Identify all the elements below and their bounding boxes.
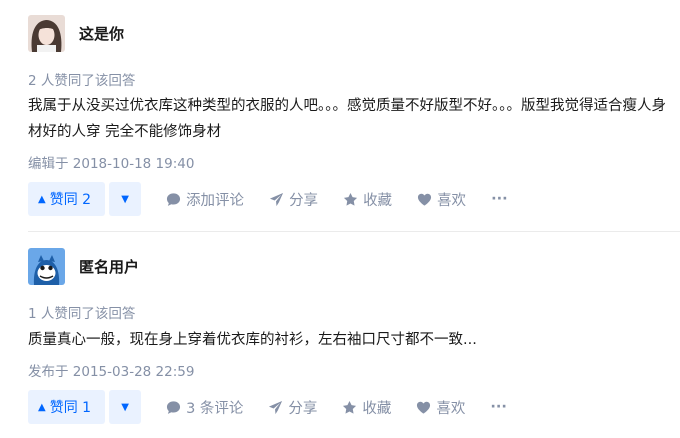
downvote-button[interactable]: ▼ <box>109 182 142 216</box>
avatar[interactable] <box>28 15 65 52</box>
triangle-down-icon: ▼ <box>121 401 129 413</box>
upvote-button[interactable]: ▲ 赞同 1 <box>28 390 106 424</box>
author-info: 匿名用户 <box>28 248 139 285</box>
comment-button[interactable]: 添加评论 <box>166 189 244 210</box>
author-info: 这是你 <box>28 15 124 52</box>
share-button[interactable]: 分享 <box>269 189 318 210</box>
downvote-button[interactable]: ▼ <box>109 390 142 424</box>
action-bar: ▲ 赞同 1 ▼ 3 条评论 分享 收藏 喜欢 ··· <box>28 390 507 424</box>
star-icon <box>344 192 358 206</box>
answer-item: 匿名用户 1 人赞同了该回答 质量真心一般，现在身上穿着优衣库的衬衫，左右袖口尺… <box>0 232 680 438</box>
more-icon: ··· <box>491 191 508 207</box>
collect-button[interactable]: 收藏 <box>342 397 391 418</box>
action-bar: ▲ 赞同 2 ▼ 添加评论 分享 收藏 喜欢 ··· <box>28 182 508 216</box>
collect-label: 收藏 <box>362 400 392 417</box>
like-label: 喜欢 <box>437 192 467 209</box>
author-name[interactable]: 这是你 <box>79 23 124 44</box>
comment-icon <box>167 192 181 206</box>
share-label: 分享 <box>288 400 318 417</box>
triangle-up-icon: ▲ <box>38 401 46 413</box>
comment-button[interactable]: 3 条评论 <box>166 397 243 418</box>
comment-label: 3 条评论 <box>186 400 244 417</box>
answer-time[interactable]: 编辑于 2018-10-18 19:40 <box>28 152 194 172</box>
upvote-label: 赞同 2 <box>49 192 92 208</box>
like-button[interactable]: 喜欢 <box>417 189 466 210</box>
comment-icon <box>167 400 181 414</box>
share-icon <box>269 400 283 414</box>
more-icon: ··· <box>490 399 507 415</box>
share-label: 分享 <box>289 192 319 209</box>
answer-content: 质量真心一般，现在身上穿着优衣库的衬衫，左右袖口尺寸都不一致... <box>28 332 477 348</box>
comment-label: 添加评论 <box>186 192 245 209</box>
answer-item: 这是你 2 人赞同了该回答 我属于从没买过优衣库这种类型的衣服的人吧。。。感觉质… <box>0 0 680 232</box>
like-label: 喜欢 <box>436 400 466 417</box>
answer-content: 我属于从没买过优衣库这种类型的衣服的人吧。。。感觉质量不好版型不好。。。版型我觉… <box>28 98 666 140</box>
triangle-up-icon: ▲ <box>38 193 46 205</box>
author-name: 匿名用户 <box>79 258 140 276</box>
heart-icon <box>418 193 432 206</box>
share-button[interactable]: 分享 <box>268 397 317 418</box>
upvote-count-text: 2 人赞同了该回答 <box>28 73 136 89</box>
heart-icon <box>417 401 431 414</box>
more-button[interactable]: ··· <box>490 399 507 415</box>
collect-button[interactable]: 收藏 <box>343 189 392 210</box>
upvote-label: 赞同 1 <box>49 400 92 416</box>
upvote-button[interactable]: ▲ 赞同 2 <box>28 182 106 216</box>
upvote-count-text: 1 人赞同了该回答 <box>28 306 136 322</box>
avatar[interactable] <box>28 248 65 285</box>
more-button[interactable]: ··· <box>491 191 508 207</box>
star-icon <box>343 400 357 414</box>
answer-time[interactable]: 发布于 2015-03-28 22:59 <box>28 360 194 380</box>
share-icon <box>270 192 284 206</box>
collect-label: 收藏 <box>363 192 393 209</box>
triangle-down-icon: ▼ <box>121 193 129 205</box>
like-button[interactable]: 喜欢 <box>416 397 465 418</box>
